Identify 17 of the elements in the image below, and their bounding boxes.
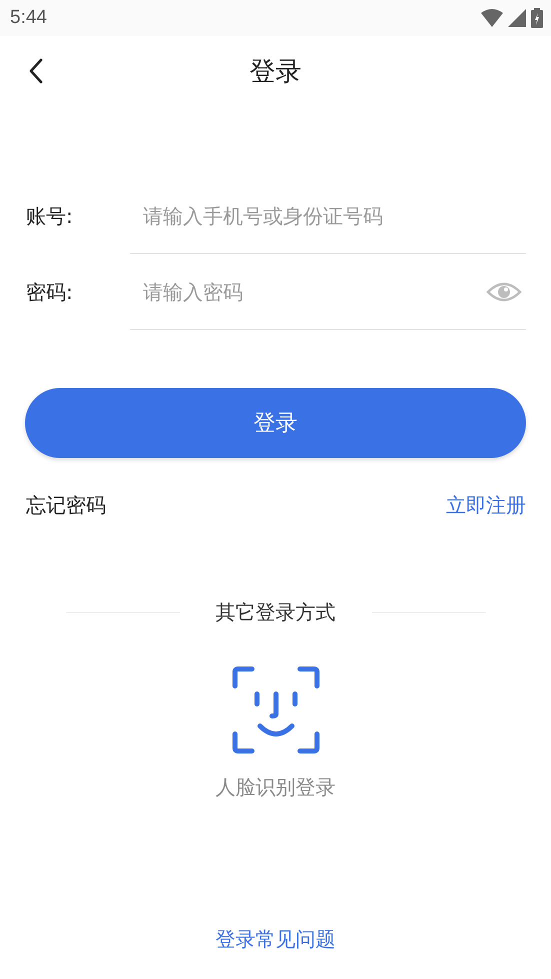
field-label: 密码:	[26, 278, 74, 306]
other-login-heading: 其它登录方式	[216, 599, 336, 626]
face-scan-icon	[232, 666, 320, 754]
password-field[interactable]: 请输入密码	[130, 254, 526, 330]
login-button[interactable]: 登录	[25, 388, 526, 458]
account-field[interactable]: 请输入手机号或身份证号码	[130, 178, 526, 254]
face-login-label: 人脸识别登录	[216, 774, 336, 801]
wifi-icon	[481, 9, 503, 27]
battery-icon	[531, 8, 543, 28]
signal-icon	[508, 9, 526, 27]
forgot-password-link[interactable]: 忘记密码	[26, 492, 106, 519]
field-label: 账号:	[26, 202, 74, 230]
register-link[interactable]: 立即注册	[446, 492, 526, 519]
login-help-link[interactable]: 登录常见问题	[216, 926, 336, 953]
page-title: 登录	[250, 56, 302, 88]
status-time: 5:44	[10, 7, 47, 29]
face-login-button[interactable]: 人脸识别登录	[216, 666, 336, 801]
